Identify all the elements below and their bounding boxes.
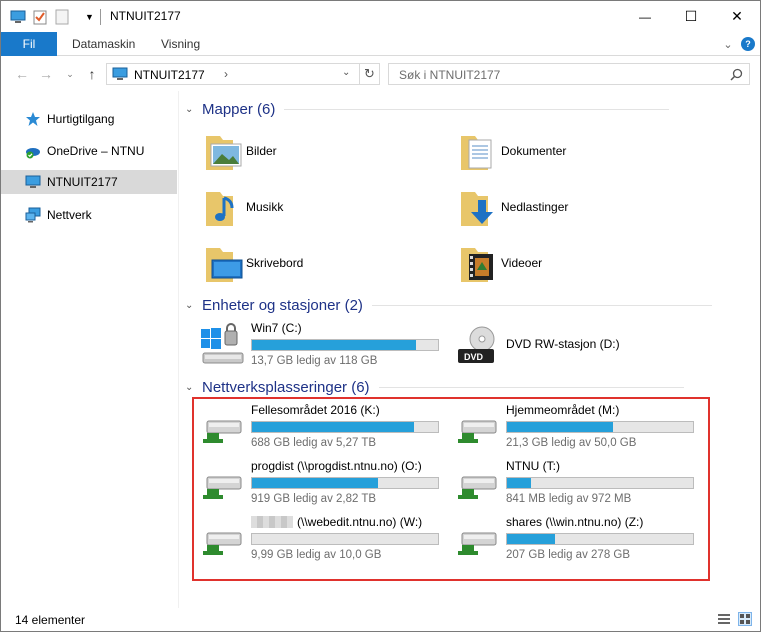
drive-free-space: 13,7 GB ledig av 118 GB (251, 355, 378, 367)
group-title: Enheter og stasjoner (2) (202, 296, 363, 314)
sidebar-item-label: Nettverk (47, 208, 92, 222)
minimize-button[interactable]: — (622, 1, 668, 32)
tab-visning[interactable]: Visning (161, 32, 200, 56)
drive-name: DVD RW-stasjon (D:) (506, 337, 620, 351)
drive-usage-fill (252, 340, 416, 350)
sidebar-item-nettverk[interactable]: Nettverk (1, 203, 177, 227)
star-icon (25, 111, 41, 127)
collapse-chevron-icon: ⌄ (185, 103, 194, 115)
up-arrow-icon[interactable]: ↑ (83, 65, 101, 83)
customize-toolbar-icon[interactable]: ▼ (85, 8, 94, 26)
status-bar: 14 elementer (1, 608, 760, 631)
folder-musikk[interactable]: Musikk (202, 184, 442, 232)
content-pane: ⌄ Mapper (6) Bilder Dokumenter Musikk Ne… (179, 91, 760, 608)
address-bar[interactable]: NTNUIT2177 › ⌄ (106, 63, 360, 85)
sidebar-item-onedrive[interactable]: OneDrive – NTNU (1, 139, 177, 163)
svg-text:DVD: DVD (464, 352, 484, 362)
tab-datamaskin[interactable]: Datamaskin (72, 32, 135, 56)
address-path[interactable]: NTNUIT2177 (134, 68, 205, 82)
group-divider (284, 108, 670, 110)
breadcrumb-chevron-icon[interactable]: › (224, 67, 228, 81)
help-icon[interactable]: ? (741, 37, 755, 51)
folder-label: Bilder (246, 144, 277, 158)
downloads-folder-icon (457, 184, 505, 232)
network-icon (25, 207, 41, 223)
collapse-chevron-icon: ⌄ (185, 381, 194, 393)
navigation-bar: ← → ⌄ ↑ NTNUIT2177 › ⌄ ↻ Søk i NTNUIT217… (1, 56, 760, 91)
forward-arrow-icon[interactable]: → (37, 65, 55, 83)
sidebar-item-label: NTNUIT2177 (47, 175, 118, 189)
details-view-icon[interactable] (717, 612, 731, 626)
folder-label: Videoer (501, 256, 543, 270)
drive-d[interactable]: DVD DVD RW-stasjon (D:) (454, 321, 704, 369)
computer-icon (112, 67, 128, 84)
sidebar-item-label: OneDrive – NTNU (47, 144, 145, 158)
folder-bilder[interactable]: Bilder (202, 128, 442, 176)
group-header-nettverk[interactable]: ⌄ Nettverksplasseringer (6) (185, 377, 745, 397)
tab-fil[interactable]: Fil (1, 32, 57, 56)
refresh-button[interactable]: ↻ (360, 63, 380, 85)
drive-c[interactable]: Win7 (C:) 13,7 GB ledig av 118 GB (199, 321, 449, 369)
onedrive-icon (25, 143, 41, 159)
group-divider (371, 304, 712, 306)
new-folder-icon[interactable] (55, 8, 69, 26)
maximize-button[interactable]: ☐ (668, 1, 714, 32)
back-arrow-icon[interactable]: ← (13, 65, 31, 83)
maximize-icon: ☐ (684, 8, 698, 24)
folder-label: Skrivebord (246, 256, 304, 270)
sidebar-item-ntnuit2177[interactable]: NTNUIT2177 (1, 170, 177, 194)
ribbon-tabs: Fil Datamaskin Visning ⌄ ? (1, 32, 760, 56)
expand-ribbon-icon[interactable]: ⌄ (721, 37, 735, 51)
videos-folder-icon (457, 240, 505, 288)
music-folder-icon (202, 184, 250, 232)
close-icon: ✕ (731, 8, 743, 24)
folder-label: Dokumenter (501, 144, 567, 158)
search-input[interactable]: Søk i NTNUIT2177 (388, 63, 750, 85)
computer-icon (10, 8, 26, 26)
group-title: Mapper (6) (202, 100, 276, 118)
search-placeholder: Søk i NTNUIT2177 (399, 68, 501, 82)
folder-label: Musikk (246, 200, 284, 214)
navigation-pane: Hurtigtilgang OneDrive – NTNU NTNUIT2177… (1, 91, 179, 608)
title-bar: ▼ NTNUIT2177 — ☐ ✕ (1, 1, 760, 32)
address-dropdown-icon[interactable]: ⌄ (342, 67, 350, 78)
sidebar-item-label: Hurtigtilgang (47, 112, 115, 126)
refresh-icon: ↻ (364, 66, 375, 81)
title-separator (100, 9, 101, 25)
close-button[interactable]: ✕ (714, 1, 760, 32)
search-icon (730, 68, 743, 84)
folder-dokumenter[interactable]: Dokumenter (457, 128, 697, 176)
group-header-mapper[interactable]: ⌄ Mapper (6) (185, 99, 745, 119)
folder-skrivebord[interactable]: Skrivebord (202, 240, 442, 288)
window-title: NTNUIT2177 (110, 9, 181, 23)
collapse-chevron-icon: ⌄ (185, 299, 194, 311)
folder-label: Nedlastinger (501, 200, 569, 214)
large-icons-view-icon[interactable] (738, 612, 752, 626)
drive-name: Win7 (C:) (251, 321, 302, 335)
group-header-enheter[interactable]: ⌄ Enheter og stasjoner (2) (185, 295, 745, 315)
dvd-drive-icon: DVD (454, 323, 502, 367)
drive-usage-bar (251, 339, 439, 351)
documents-folder-icon (457, 128, 505, 176)
properties-icon[interactable] (33, 8, 47, 26)
folder-videoer[interactable]: Videoer (457, 240, 697, 288)
pictures-folder-icon (202, 128, 250, 176)
folder-nedlastinger[interactable]: Nedlastinger (457, 184, 697, 232)
group-divider (378, 386, 684, 388)
desktop-folder-icon (202, 240, 250, 288)
item-count: 14 elementer (15, 613, 86, 627)
highlight-box (192, 397, 710, 581)
group-title: Nettverksplasseringer (6) (202, 378, 370, 396)
sidebar-item-hurtigtilgang[interactable]: Hurtigtilgang (1, 107, 177, 131)
minimize-icon: — (639, 9, 651, 24)
recent-locations-icon[interactable]: ⌄ (61, 65, 79, 83)
computer-icon (25, 174, 41, 190)
windows-drive-icon (199, 323, 247, 367)
explorer-window: ▼ NTNUIT2177 — ☐ ✕ Fil Datamaskin Visnin… (0, 0, 761, 632)
